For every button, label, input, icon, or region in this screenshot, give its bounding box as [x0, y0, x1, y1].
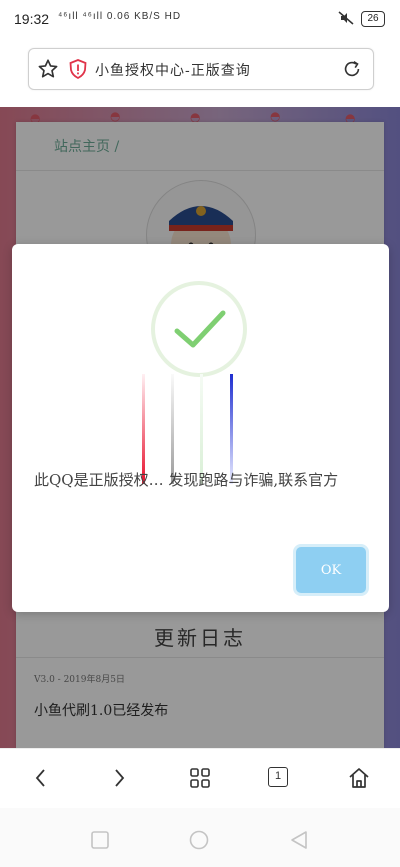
browser-toolbar: 1	[0, 748, 400, 809]
status-bar: 19:32 ⁴⁶ıll ⁴⁶ıll 0.06 KB/S HD 26	[0, 0, 400, 36]
status-time: 19:32	[14, 11, 50, 27]
grid-menu-icon[interactable]	[189, 767, 211, 789]
star-icon[interactable]	[37, 58, 59, 80]
system-nav-bar	[0, 808, 400, 867]
forward-icon[interactable]	[108, 767, 130, 789]
recents-icon[interactable]	[90, 830, 110, 850]
back-triangle-icon[interactable]	[289, 830, 309, 850]
address-bar[interactable]: 小鱼授权中心-正版查询	[28, 48, 374, 90]
result-dialog: 此QQ是正版授权… 发现跑路与诈骗,联系官方 OK	[12, 244, 389, 612]
reload-icon[interactable]	[341, 58, 363, 80]
battery-icon: 26	[361, 11, 385, 27]
home-circle-icon[interactable]	[189, 830, 209, 850]
tabs-icon[interactable]: 1	[268, 767, 288, 787]
page-title: 小鱼授权中心-正版查询	[95, 63, 251, 79]
success-ring	[151, 281, 247, 377]
dialog-message: 此QQ是正版授权… 发现跑路与诈骗,联系官方	[34, 471, 339, 489]
ok-button[interactable]: OK	[296, 547, 366, 593]
back-icon[interactable]	[30, 767, 52, 789]
network-indicator: ⁴⁶ıll ⁴⁶ıll 0.06 KB/S HD	[58, 11, 182, 22]
checkmark-icon	[174, 310, 226, 348]
home-icon[interactable]	[348, 767, 370, 789]
shield-warning-icon[interactable]	[69, 59, 87, 79]
mute-icon	[338, 11, 354, 25]
